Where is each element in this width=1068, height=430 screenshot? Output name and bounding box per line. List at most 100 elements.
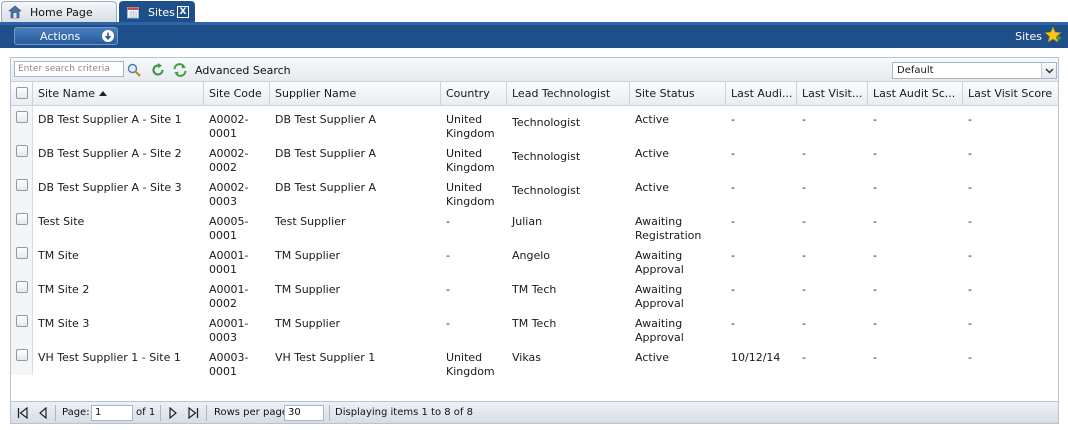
last-audit-cell: - [731, 249, 735, 262]
sort-ascending-icon [99, 91, 108, 96]
search-icon[interactable] [126, 62, 142, 78]
last-audit-score-cell: - [873, 181, 877, 194]
select-all-checkbox[interactable] [16, 87, 28, 99]
table-row[interactable]: VH Test Supplier 1 - Site 1 A0003- 0001 … [11, 344, 1058, 378]
last-audit-score-cell: - [873, 147, 877, 160]
supplier-name-cell: TM Supplier [275, 249, 341, 262]
supplier-name-cell: DB Test Supplier A [275, 147, 377, 160]
last-visit-cell: - [802, 113, 806, 126]
table-header: Site Name Site Code Supplier Name Countr… [11, 82, 1058, 106]
last-visit-score-cell: - [968, 215, 972, 228]
last-page-icon[interactable] [187, 407, 199, 419]
last-audit-score-cell: - [873, 317, 877, 330]
column-header-last-audit-score[interactable]: Last Audit Sc... [868, 82, 963, 106]
lead-technologist-cell: Vikas [512, 351, 541, 364]
lead-technologist-cell: Technologist [512, 150, 581, 163]
column-header-last-visit-score[interactable]: Last Visit Score [963, 82, 1058, 106]
row-checkbox[interactable] [16, 247, 28, 259]
table-row[interactable]: TM Site 3 A0001- 0003 TM Supplier - TM T… [11, 310, 1058, 344]
tab-sites[interactable]: Sites X [119, 1, 195, 22]
tab-home-page[interactable]: Home Page [1, 1, 117, 22]
search-input[interactable] [14, 61, 124, 77]
advanced-search-icon[interactable] [172, 62, 188, 78]
column-header-label: Country [446, 87, 490, 100]
close-tab-button[interactable]: X [177, 6, 189, 18]
site-status-cell: Active [635, 351, 670, 364]
favorite-star-icon[interactable] [1044, 26, 1062, 44]
lead-technologist-cell: TM Tech [512, 283, 557, 296]
home-icon [8, 5, 22, 19]
rows-per-page-input[interactable]: 30 [284, 405, 324, 421]
site-code-cell: A0005- 0001 [209, 215, 249, 242]
arrow-down-icon [102, 30, 114, 42]
row-checkbox[interactable] [16, 213, 28, 225]
column-header-label: Lead Technologist [512, 87, 611, 100]
column-header-label: Site Status [635, 87, 695, 100]
column-header-last-visit[interactable]: Last Visit... [797, 82, 868, 106]
last-visit-cell: - [802, 351, 806, 364]
supplier-name-cell: Test Supplier [275, 215, 346, 228]
column-header-label: Supplier Name [275, 87, 357, 100]
table-row[interactable]: DB Test Supplier A - Site 3 A0002- 0003 … [11, 174, 1058, 208]
row-checkbox[interactable] [16, 111, 28, 123]
table-row[interactable]: DB Test Supplier A - Site 1 A0002- 0001 … [11, 106, 1058, 140]
lead-technologist-cell: Julian [512, 215, 543, 228]
chevron-down-icon[interactable] [1041, 63, 1056, 78]
column-header-supplier-name[interactable]: Supplier Name [270, 82, 441, 106]
last-audit-cell: 10/12/14 [731, 351, 781, 364]
column-header-country[interactable]: Country [441, 82, 507, 106]
table-row[interactable]: TM Site 2 A0001- 0002 TM Supplier - TM T… [11, 276, 1058, 310]
site-status-cell: Awaiting Registration [635, 215, 702, 242]
actions-button[interactable]: Actions [14, 27, 118, 45]
lead-technologist-cell: TM Tech [512, 317, 557, 330]
advanced-search-link[interactable]: Advanced Search [195, 64, 291, 77]
previous-page-icon[interactable] [37, 407, 49, 419]
site-status-cell: Awaiting Approval [635, 283, 684, 310]
select-all-cell [11, 82, 33, 106]
lead-technologist-cell: Technologist [512, 116, 581, 129]
last-visit-score-cell: - [968, 249, 972, 262]
refresh-icon[interactable] [150, 62, 166, 78]
last-visit-score-cell: - [968, 147, 972, 160]
rows-per-page-label: Rows per page [214, 407, 288, 418]
next-page-icon[interactable] [167, 407, 179, 419]
site-code-cell: A0001- 0001 [209, 249, 249, 276]
country-cell: United Kingdom [446, 113, 495, 140]
site-name-cell: TM Site 2 [38, 283, 90, 296]
row-checkbox[interactable] [16, 349, 28, 361]
page-number-input[interactable]: 1 [91, 405, 133, 421]
first-page-icon[interactable] [17, 407, 29, 419]
column-header-site-status[interactable]: Site Status [630, 82, 726, 106]
supplier-name-cell: DB Test Supplier A [275, 181, 377, 194]
row-checkbox[interactable] [16, 145, 28, 157]
column-header-lead-technologist[interactable]: Lead Technologist [507, 82, 630, 106]
row-checkbox[interactable] [16, 315, 28, 327]
column-header-label: Last Audit Sc... [873, 87, 956, 100]
row-checkbox[interactable] [16, 179, 28, 191]
site-status-cell: Active [635, 113, 670, 126]
table-row[interactable]: TM Site A0001- 0001 TM Supplier - Angelo… [11, 242, 1058, 276]
site-status-cell: Awaiting Approval [635, 249, 684, 276]
row-checkbox[interactable] [16, 281, 28, 293]
site-name-cell: TM Site [38, 249, 79, 262]
supplier-name-cell: VH Test Supplier 1 [275, 351, 376, 364]
column-header-last-audit[interactable]: Last Audi... [726, 82, 797, 106]
divider [329, 405, 330, 421]
page-count-label: of 1 [136, 407, 156, 418]
site-name-cell: TM Site 3 [38, 317, 90, 330]
column-header-label: Site Code [209, 87, 262, 100]
view-select[interactable]: Default [892, 62, 1057, 79]
last-audit-cell: - [731, 113, 735, 126]
last-audit-cell: - [731, 283, 735, 296]
table-row[interactable]: Test Site A0005- 0001 Test Supplier - Ju… [11, 208, 1058, 242]
last-visit-score-cell: - [968, 181, 972, 194]
last-visit-cell: - [802, 317, 806, 330]
column-header-site-name[interactable]: Site Name [33, 82, 204, 106]
calendar-icon [127, 7, 139, 19]
column-header-site-code[interactable]: Site Code [204, 82, 270, 106]
country-cell: United Kingdom [446, 351, 495, 378]
column-header-label: Site Name [38, 87, 96, 100]
country-cell: United Kingdom [446, 147, 495, 174]
table-row[interactable]: DB Test Supplier A - Site 2 A0002- 0002 … [11, 140, 1058, 174]
site-code-cell: A0001- 0003 [209, 317, 249, 344]
